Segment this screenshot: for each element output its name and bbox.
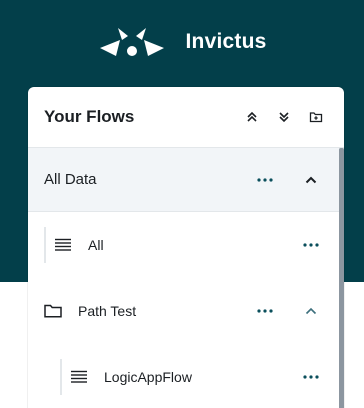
more-horizontal-icon xyxy=(303,243,319,247)
flow-icon xyxy=(54,236,72,254)
tree-root-all-data[interactable]: All Data xyxy=(28,148,344,212)
add-folder-icon xyxy=(309,112,323,123)
tree-root-label: All Data xyxy=(44,171,97,188)
flow-icon xyxy=(70,368,88,386)
more-options-button[interactable] xyxy=(298,235,324,255)
brand-name: Invictus xyxy=(185,30,267,53)
scrollbar-track[interactable] xyxy=(339,148,344,408)
more-options-button[interactable] xyxy=(252,301,278,321)
panel-actions xyxy=(236,101,332,133)
collapse-all-button[interactable] xyxy=(236,101,268,133)
folder-icon xyxy=(44,302,62,320)
tree-item-label: LogicAppFlow xyxy=(104,369,192,385)
tree-indent-line xyxy=(60,359,62,395)
tree-item-path-test[interactable]: Path Test xyxy=(28,278,344,344)
tree-indent-line xyxy=(44,227,46,263)
more-options-button[interactable] xyxy=(298,367,324,387)
more-options-button[interactable] xyxy=(252,170,278,190)
tree-item-label: All xyxy=(88,237,104,253)
collapse-root-button[interactable] xyxy=(298,170,324,190)
expand-all-button[interactable] xyxy=(268,101,300,133)
tree-item-label: Path Test xyxy=(78,303,137,319)
tree-item-logicappflow[interactable]: LogicAppFlow xyxy=(28,344,344,408)
brand: Invictus xyxy=(0,18,364,66)
more-horizontal-icon xyxy=(303,375,319,379)
add-folder-button[interactable] xyxy=(300,101,332,133)
chevron-up-icon xyxy=(305,307,317,315)
tree-item-all[interactable]: All xyxy=(28,212,344,278)
more-horizontal-icon xyxy=(257,309,273,313)
flows-panel: Your Flows All Data All Path Test LogicA… xyxy=(28,87,344,408)
scrollbar-thumb[interactable] xyxy=(339,148,344,408)
chevron-up-icon xyxy=(305,176,317,183)
collapse-all-icon xyxy=(247,111,257,122)
panel-title: Your Flows xyxy=(44,107,135,126)
panel-header: Your Flows xyxy=(28,87,344,148)
expand-all-icon xyxy=(279,112,289,123)
more-horizontal-icon xyxy=(257,177,273,182)
invictus-logo-icon xyxy=(99,28,164,56)
collapse-folder-button[interactable] xyxy=(298,301,324,321)
